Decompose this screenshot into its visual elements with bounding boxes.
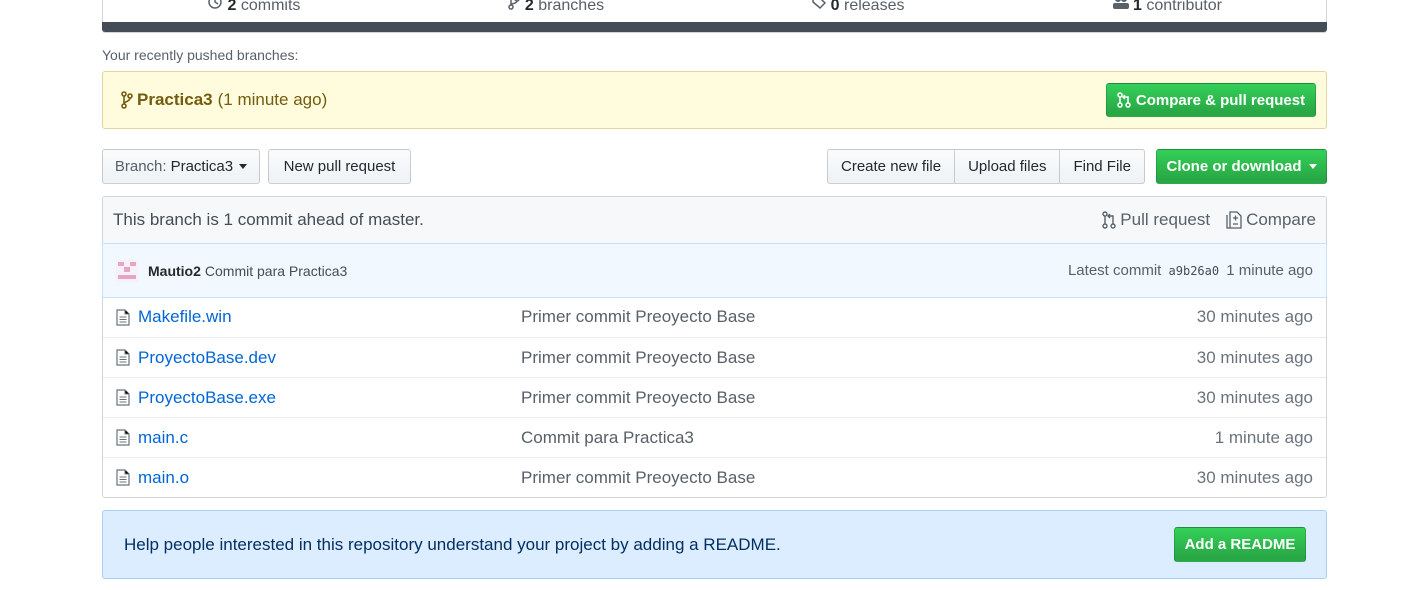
latest-commit-bar: Mautio2 Commit para Practica3 Latest com… — [102, 243, 1327, 298]
avatar[interactable] — [116, 259, 138, 282]
new-pull-request-button[interactable]: New pull request — [268, 149, 411, 184]
pull-request-icon — [1102, 211, 1116, 229]
releases-link[interactable]: 0 releases — [812, 0, 904, 15]
branch-select-button[interactable]: Branch: Practica3 — [102, 149, 260, 184]
language-bar[interactable] — [102, 22, 1327, 32]
file-commit-message[interactable]: Primer commit Preoyecto Base — [521, 307, 1197, 327]
file-age: 30 minutes ago — [1196, 347, 1313, 367]
file-name-link[interactable]: ProyectoBase.exe — [138, 388, 521, 408]
file-row: ProyectoBase.dev Primer commit Preoyecto… — [103, 337, 1326, 377]
branches-link[interactable]: 2 branches — [508, 0, 604, 15]
recent-branch-time: (1 minute ago) — [217, 90, 328, 109]
commits-link[interactable]: 2 commits — [207, 0, 300, 15]
file-age: 30 minutes ago — [1196, 307, 1313, 326]
recent-branches-label: Your recently pushed branches: — [102, 47, 299, 63]
compare-button-label: Compare & pull request — [1135, 91, 1306, 109]
create-new-file-button[interactable]: Create new file — [827, 149, 956, 184]
readme-prompt-text: Help people interested in this repositor… — [124, 534, 781, 554]
repo-summary-bar: 2 commits 2 branches 0 releases 1 contri… — [102, 0, 1327, 33]
file-commit-message[interactable]: Commit para Practica3 — [521, 428, 1215, 448]
tag-icon — [812, 0, 827, 9]
branch-icon — [508, 0, 520, 10]
file-age: 1 minute ago — [1214, 427, 1313, 447]
add-readme-button[interactable]: Add a README — [1174, 527, 1306, 562]
latest-commit-info: Latest commit a9b26a0 1 minute ago — [1068, 262, 1313, 279]
file-actions-group: Create new file Upload files Find File — [827, 149, 1145, 184]
recent-branch-info: Practica3 (1 minute ago) — [121, 90, 1106, 110]
recent-branch-link[interactable]: Practica3 — [137, 90, 213, 110]
contributors-link[interactable]: 1 contributor — [1112, 0, 1222, 15]
file-age: 30 minutes ago — [1196, 387, 1313, 407]
file-name-link[interactable]: main.c — [138, 428, 521, 448]
pull-request-label: Pull request — [1120, 210, 1211, 229]
branch-prefix-label: Branch: — [114, 158, 167, 175]
diff-icon — [1226, 211, 1242, 229]
branch-value: Practica3 — [170, 158, 234, 175]
commit-sha-link[interactable]: a9b26a0 — [1169, 264, 1220, 278]
recent-branch-banner: Practica3 (1 minute ago) Compare & pull … — [102, 71, 1327, 129]
file-name-link[interactable]: main.o — [138, 468, 521, 488]
file-icon — [116, 469, 132, 486]
file-icon — [116, 389, 132, 406]
organization-icon — [1112, 0, 1129, 9]
readme-prompt: Help people interested in this repositor… — [102, 510, 1327, 579]
clone-button-label: Clone or download — [1166, 158, 1302, 175]
file-name-link[interactable]: Makefile.win — [138, 307, 521, 327]
branch-infobar: This branch is 1 commit ahead of master.… — [102, 196, 1327, 244]
file-age: 30 minutes ago — [1196, 467, 1313, 487]
commit-author-link[interactable]: Mautio2 — [148, 263, 201, 279]
file-name-link[interactable]: ProyectoBase.dev — [138, 348, 521, 368]
file-row: main.c Commit para Practica3 1 minute ag… — [103, 417, 1326, 457]
caret-down-icon — [1308, 164, 1317, 169]
latest-commit-time: 1 minute ago — [1226, 262, 1313, 279]
compare-pull-request-button[interactable]: Compare & pull request — [1106, 83, 1316, 117]
file-row: main.o Primer commit Preoyecto Base 30 m… — [103, 457, 1326, 497]
pull-request-link[interactable]: Pull request — [1102, 210, 1210, 230]
branch-icon — [121, 91, 133, 109]
file-commit-message[interactable]: Primer commit Preoyecto Base — [521, 468, 1197, 488]
file-icon — [116, 349, 132, 366]
clone-or-download-button[interactable]: Clone or download — [1156, 149, 1327, 184]
file-list: Makefile.win Primer commit Preoyecto Bas… — [102, 297, 1327, 498]
compare-label: Compare — [1246, 210, 1316, 229]
pull-request-icon — [1117, 92, 1131, 108]
caret-down-icon — [239, 164, 248, 169]
file-icon — [116, 308, 132, 326]
file-row: ProyectoBase.exe Primer commit Preoyecto… — [103, 377, 1326, 417]
commit-message-link[interactable]: Commit para Practica3 — [205, 263, 1068, 279]
file-commit-message[interactable]: Primer commit Preoyecto Base — [521, 348, 1197, 368]
ahead-status-text: This branch is 1 commit ahead of master. — [113, 210, 424, 229]
latest-commit-prefix: Latest commit — [1067, 262, 1162, 279]
file-icon — [116, 429, 132, 446]
compare-link[interactable]: Compare — [1226, 210, 1316, 230]
file-row: Makefile.win Primer commit Preoyecto Bas… — [103, 297, 1326, 337]
upload-files-button[interactable]: Upload files — [954, 149, 1061, 184]
file-commit-message[interactable]: Primer commit Preoyecto Base — [521, 388, 1197, 408]
find-file-button[interactable]: Find File — [1059, 149, 1145, 184]
file-navigation: Branch: Practica3 New pull request Creat… — [102, 149, 1327, 184]
history-icon — [208, 0, 222, 9]
